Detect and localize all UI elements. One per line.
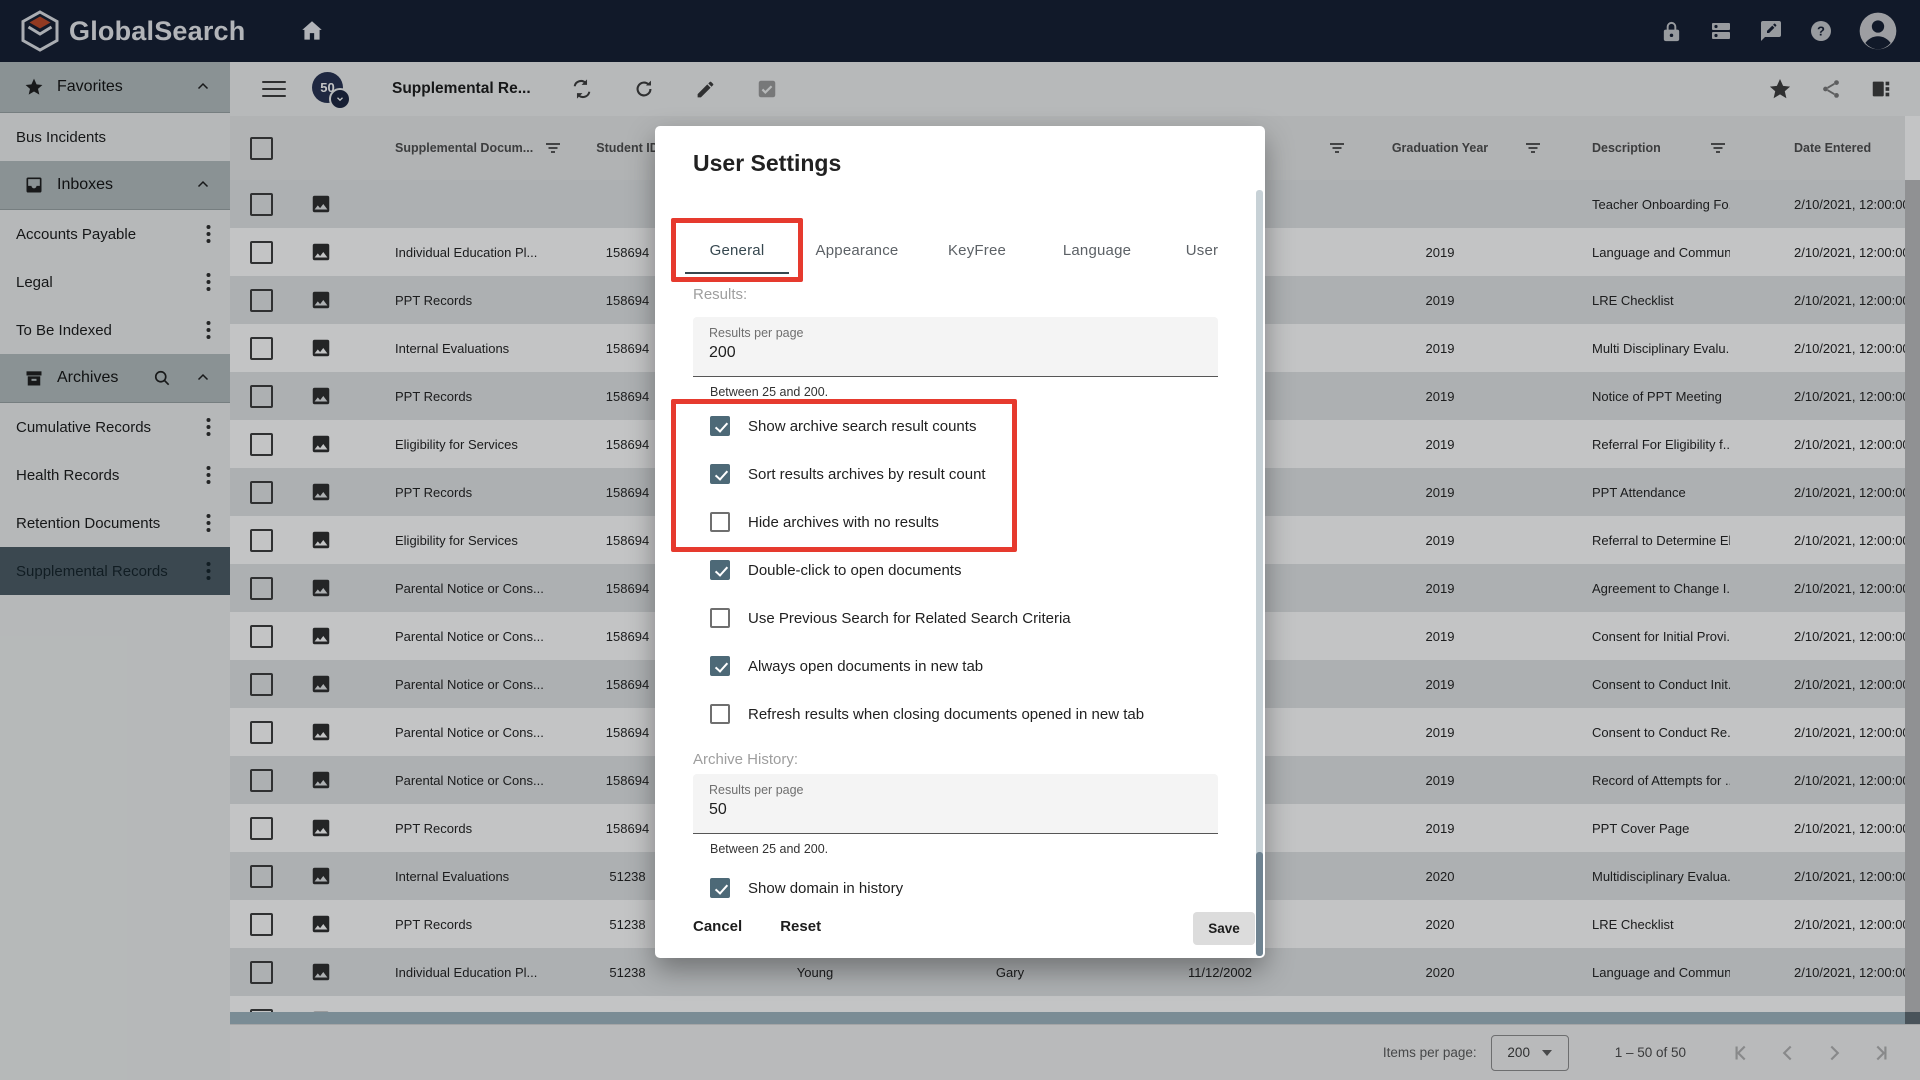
settings-tab[interactable]: General: [677, 226, 797, 274]
modal-scrollbar-track[interactable]: [1256, 190, 1263, 956]
checkbox[interactable]: [710, 704, 730, 724]
checkbox-label: Use Previous Search for Related Search C…: [748, 610, 1071, 627]
field-value: 50: [709, 801, 1202, 819]
settings-tab[interactable]: Language: [1037, 226, 1157, 274]
checkbox[interactable]: [710, 464, 730, 484]
user-settings-dialog: User Settings GeneralAppearanceKeyFreeLa…: [655, 126, 1265, 958]
checkbox[interactable]: [710, 878, 730, 898]
settings-checkbox-list: Show archive search result counts Sort r…: [710, 402, 1144, 738]
checkbox-label: Hide archives with no results: [748, 514, 939, 531]
results-per-page-field[interactable]: Results per page 200: [693, 317, 1218, 377]
settings-checkbox-row[interactable]: Sort results archives by result count: [710, 450, 1144, 498]
field-label: Results per page: [709, 326, 1202, 340]
checkbox-label: Refresh results when closing documents o…: [748, 706, 1144, 723]
checkbox-label: Show domain in history: [748, 880, 903, 897]
checkbox[interactable]: [710, 608, 730, 628]
settings-tab[interactable]: KeyFree: [917, 226, 1037, 274]
save-button[interactable]: Save: [1193, 912, 1255, 945]
settings-checkbox-row[interactable]: Use Previous Search for Related Search C…: [710, 594, 1144, 642]
checkbox-label: Always open documents in new tab: [748, 658, 983, 675]
globalsearch-app: GlobalSearch ? Favorites: [0, 0, 1920, 1080]
settings-tabs: GeneralAppearanceKeyFreeLanguageUser: [677, 226, 1247, 274]
checkbox[interactable]: [710, 560, 730, 580]
history-results-per-page-field[interactable]: Results per page 50: [693, 774, 1218, 834]
reset-button[interactable]: Reset: [780, 918, 821, 935]
show-domain-checkbox-row[interactable]: Show domain in history: [710, 864, 903, 912]
checkbox-label: Double-click to open documents: [748, 562, 961, 579]
settings-checkbox-row[interactable]: Refresh results when closing documents o…: [710, 690, 1144, 738]
field-label: Results per page: [709, 783, 1202, 797]
checkbox[interactable]: [710, 656, 730, 676]
checkbox-label: Show archive search result counts: [748, 418, 976, 435]
results-section-label: Results:: [693, 286, 747, 303]
checkbox-label: Sort results archives by result count: [748, 466, 986, 483]
settings-checkbox-row[interactable]: Always open documents in new tab: [710, 642, 1144, 690]
archive-history-section-label: Archive History:: [693, 751, 798, 768]
field-helper: Between 25 and 200.: [710, 385, 828, 399]
field-value: 200: [709, 344, 1202, 362]
settings-checkbox-row[interactable]: Double-click to open documents: [710, 546, 1144, 594]
field-helper: Between 25 and 200.: [710, 842, 828, 856]
checkbox[interactable]: [710, 416, 730, 436]
settings-tab[interactable]: User: [1157, 226, 1247, 274]
checkbox[interactable]: [710, 512, 730, 532]
cancel-button[interactable]: Cancel: [693, 918, 742, 935]
settings-checkbox-row[interactable]: Show archive search result counts: [710, 402, 1144, 450]
settings-tab[interactable]: Appearance: [797, 226, 917, 274]
dialog-title: User Settings: [693, 150, 841, 177]
settings-checkbox-row[interactable]: Hide archives with no results: [710, 498, 1144, 546]
modal-scrollbar-thumb[interactable]: [1256, 852, 1263, 956]
